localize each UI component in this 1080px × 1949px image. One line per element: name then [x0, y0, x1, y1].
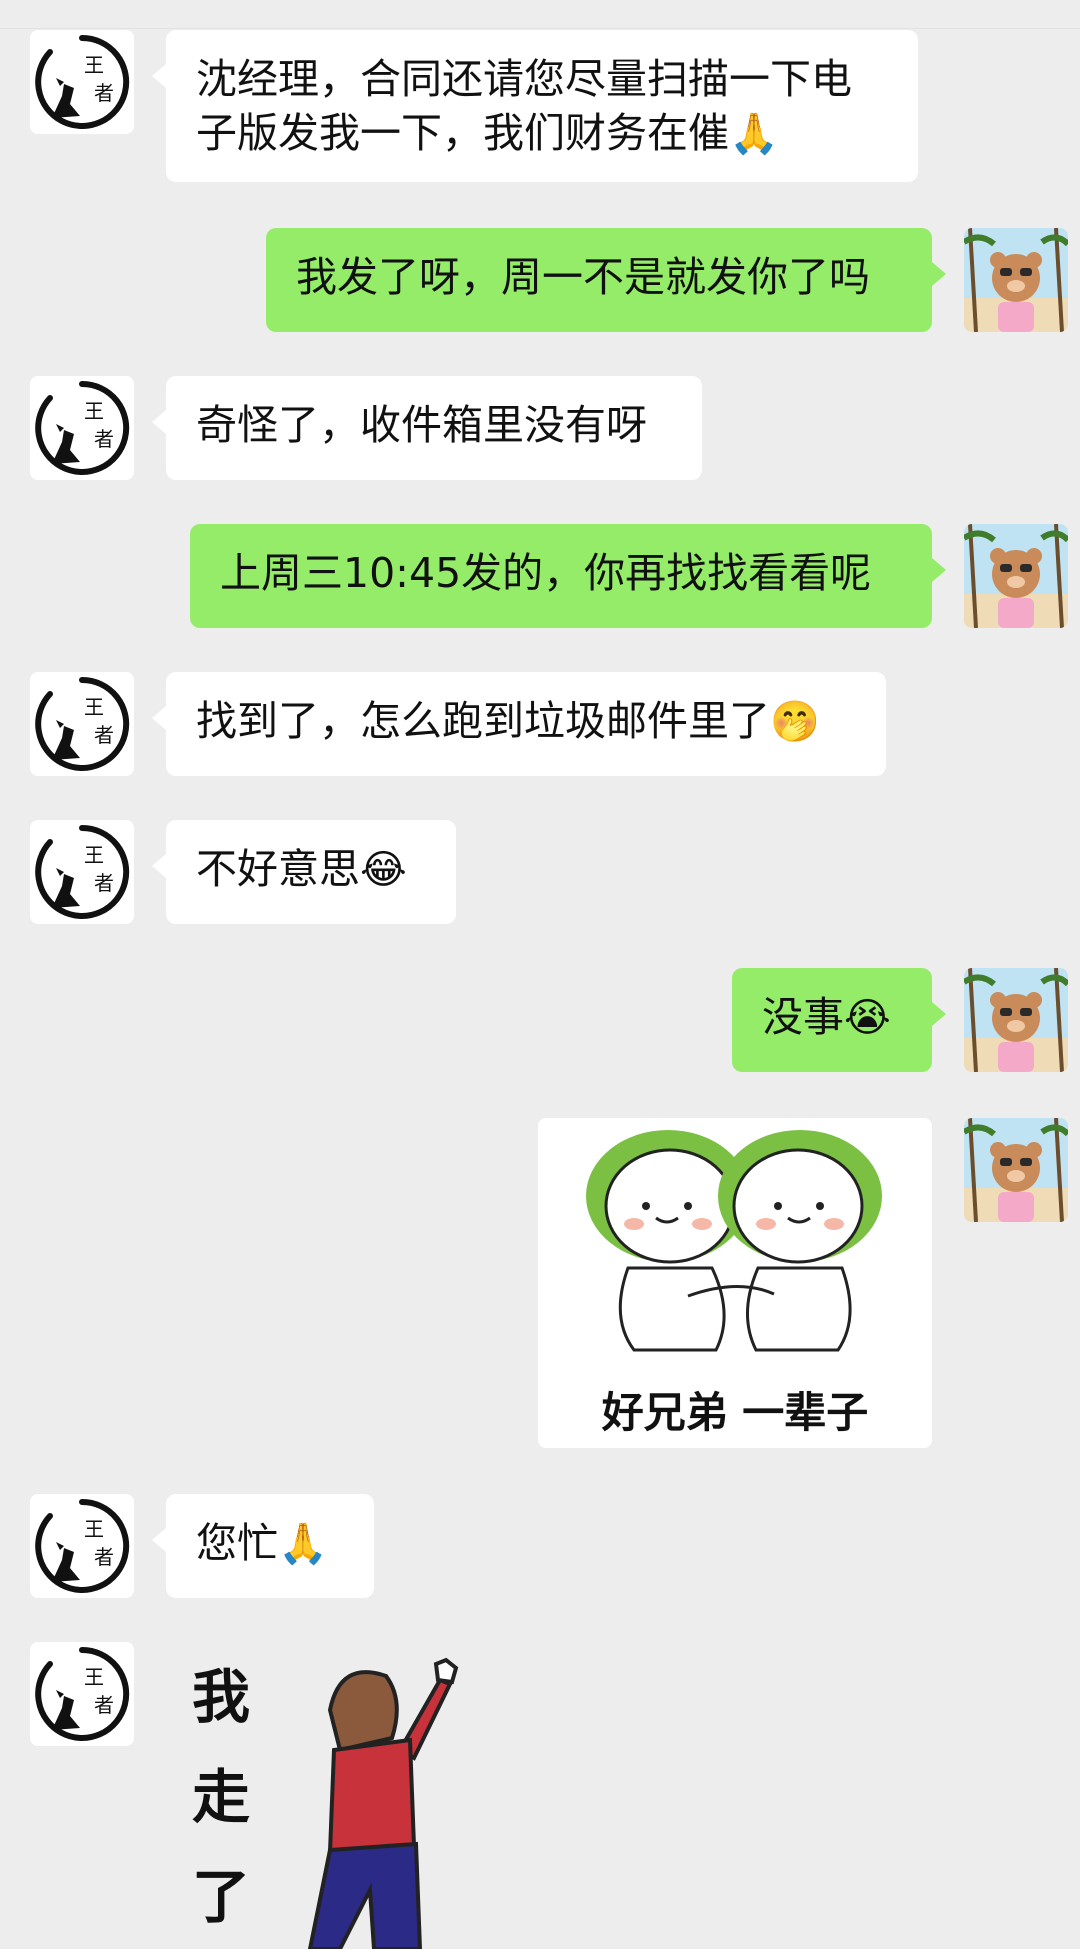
- facepalm-emoji: 🤭: [770, 699, 820, 745]
- avatar-glyph: 王: [84, 399, 104, 423]
- avatar-glyph: 者: [94, 427, 114, 451]
- message-bubble[interactable]: 不好意思😂: [152, 820, 456, 924]
- contact-avatar[interactable]: 王 者: [30, 30, 134, 134]
- avatar-glyph: 王: [84, 53, 104, 77]
- waving-person-image: [307, 1657, 459, 1949]
- sticker-message[interactable]: 我 走 了: [170, 1640, 500, 1949]
- message-bubble[interactable]: 沈经理，合同还请您尽量扫描一下电 子版发我一下，我们财务在催🙏: [152, 30, 918, 182]
- message-text: 奇怪了，收件箱里没有呀: [196, 401, 647, 449]
- message-text: 不好意思: [196, 845, 360, 893]
- avatar-glyph: 王: [84, 695, 104, 719]
- message-bubble[interactable]: 奇怪了，收件箱里没有呀: [152, 376, 702, 480]
- laughing-emoji: 😂: [360, 847, 407, 893]
- message-bubble[interactable]: 上周三10:45发的，你再找找看看呢: [190, 524, 946, 628]
- message-text-line-2: 子版发我一下，我们财务在催🙏: [196, 109, 779, 157]
- sticker-caption-char: 走: [192, 1763, 251, 1831]
- message-bubble[interactable]: 没事😭: [732, 968, 946, 1072]
- contact-avatar[interactable]: 王 者: [30, 672, 134, 776]
- top-divider: [0, 28, 1080, 29]
- message-bubble[interactable]: 我发了呀，周一不是就发你了吗: [266, 228, 946, 332]
- sticker-caption-char: 我: [192, 1663, 251, 1731]
- user-avatar[interactable]: [964, 524, 1068, 628]
- message-text: 没事: [762, 993, 844, 1041]
- contact-avatar[interactable]: 王 者: [30, 1494, 134, 1598]
- user-avatar[interactable]: [964, 968, 1068, 1072]
- avatar-glyph: 者: [94, 1693, 114, 1717]
- contact-avatar[interactable]: 王 者: [30, 1642, 134, 1746]
- message-text: 沈经理，合同还请您尽量扫描一下电: [196, 55, 852, 103]
- sticker-image: [586, 1130, 882, 1352]
- sticker-caption: 好兄弟 一辈子: [601, 1388, 869, 1437]
- avatar-glyph: 王: [84, 1665, 104, 1689]
- avatar-glyph: 者: [94, 723, 114, 747]
- avatar-glyph: 者: [94, 871, 114, 895]
- user-avatar[interactable]: [964, 228, 1068, 332]
- message-text: 找到了，怎么跑到垃圾邮件里了: [196, 697, 770, 745]
- contact-avatar[interactable]: 王 者: [30, 376, 134, 480]
- avatar-glyph: 者: [94, 81, 114, 105]
- sticker-caption-char: 了: [192, 1863, 251, 1931]
- message-bubble[interactable]: 找到了，怎么跑到垃圾邮件里了🤭: [152, 672, 886, 776]
- message-text: 上周三10:45发的，你再找找看看呢: [220, 549, 872, 597]
- crying-emoji: 😭: [844, 995, 891, 1041]
- avatar-glyph: 者: [94, 1545, 114, 1569]
- contact-avatar[interactable]: 王 者: [30, 820, 134, 924]
- avatar-glyph: 王: [84, 1517, 104, 1541]
- user-avatar[interactable]: [964, 1118, 1068, 1222]
- pray-emoji: 🙏: [278, 1521, 328, 1567]
- message-text: 我发了呀，周一不是就发你了吗: [296, 253, 870, 301]
- message-text: 您忙: [196, 1519, 278, 1567]
- pray-emoji: 🙏: [729, 111, 779, 157]
- message-bubble[interactable]: 您忙🙏: [152, 1494, 374, 1598]
- sticker-message[interactable]: 好兄弟 一辈子: [538, 1118, 932, 1448]
- avatar-glyph: 王: [84, 843, 104, 867]
